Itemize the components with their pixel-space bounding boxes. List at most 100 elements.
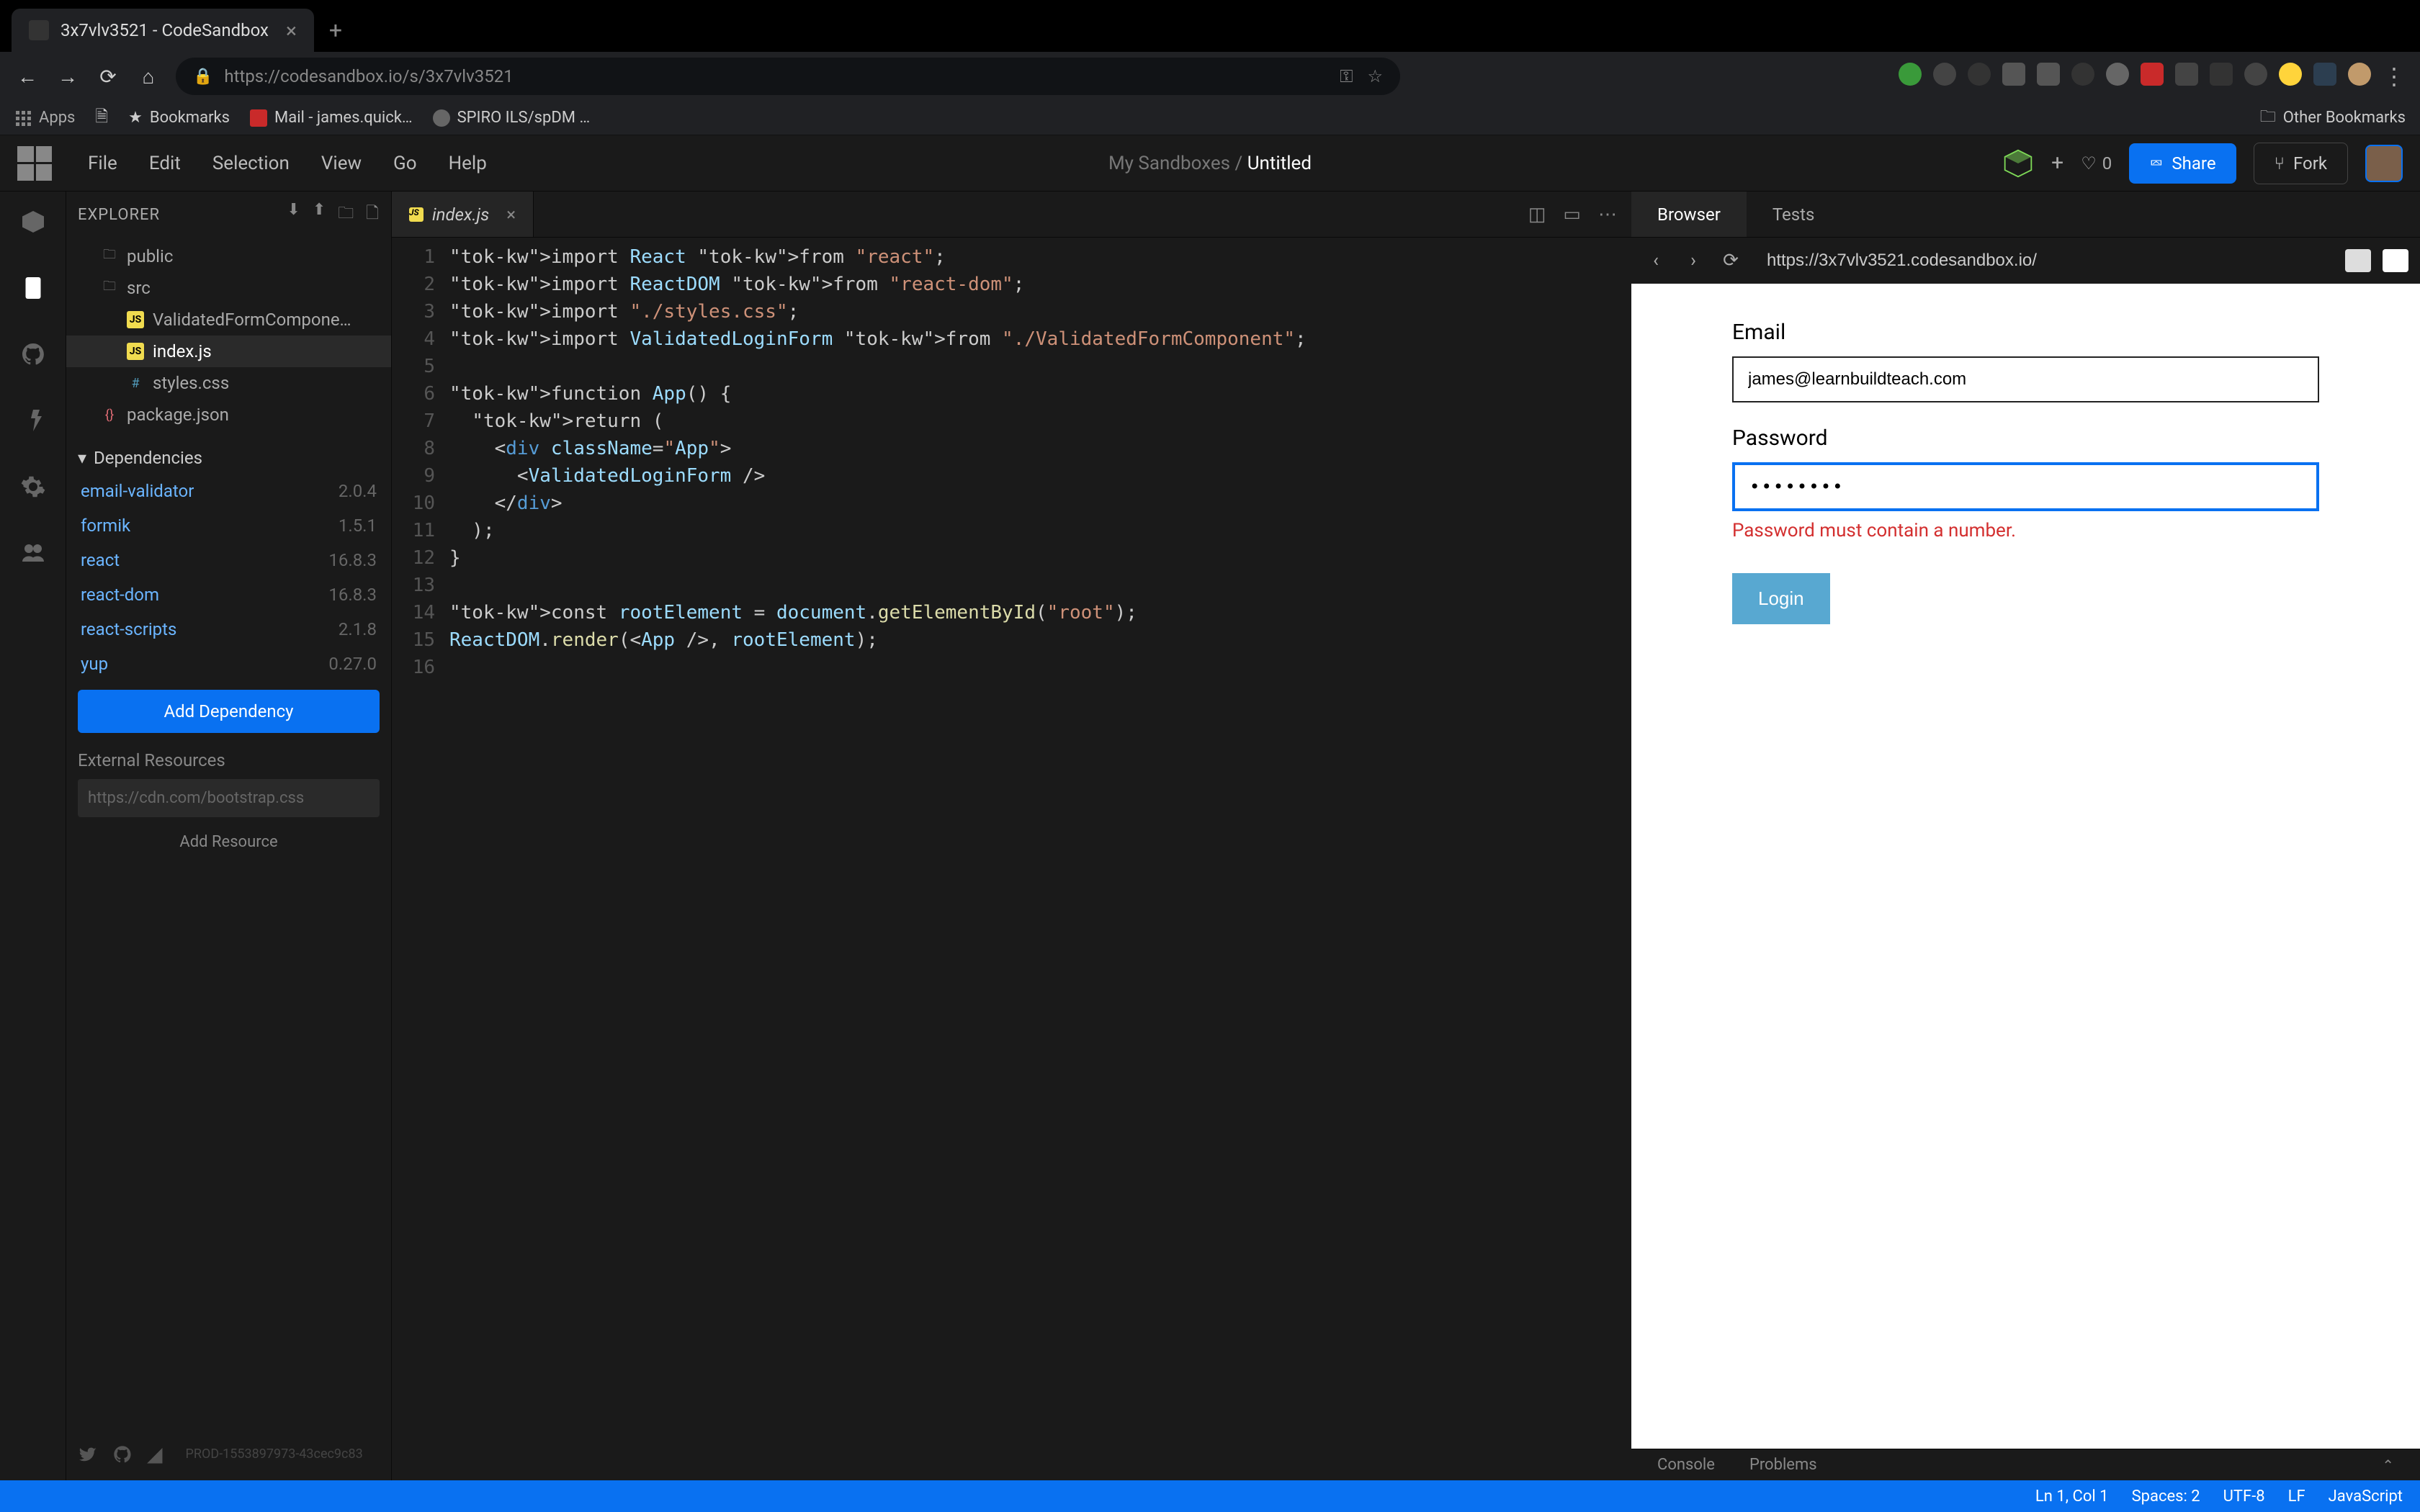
github-icon[interactable] [112, 1444, 133, 1464]
dependency-item[interactable]: react-scripts2.1.8 [78, 612, 380, 647]
bookmark-item[interactable]: Mail - james.quick… [250, 109, 413, 127]
extension-icon[interactable] [1933, 63, 1956, 86]
extension-icon[interactable] [2037, 63, 2060, 86]
tab-browser[interactable]: Browser [1631, 192, 1747, 237]
new-folder-icon[interactable]: 🗀 [338, 201, 354, 228]
menu-file[interactable]: File [75, 145, 130, 181]
share-button[interactable]: ⮹ Share [2129, 143, 2236, 184]
extension-icon[interactable] [1899, 63, 1922, 86]
cursor-position[interactable]: Ln 1, Col 1 [2035, 1488, 2109, 1506]
split-editor-icon[interactable]: ◫ [1528, 204, 1546, 225]
tab-console[interactable]: Console [1657, 1456, 1715, 1474]
dependency-item[interactable]: email-validator2.0.4 [78, 474, 380, 508]
indent-setting[interactable]: Spaces: 2 [2132, 1488, 2200, 1506]
menu-help[interactable]: Help [436, 145, 500, 181]
breadcrumb[interactable]: My Sandboxes / Untitled [1108, 153, 1312, 174]
preview-url-input[interactable] [1755, 243, 2334, 278]
editor-tab-index[interactable]: JS index.js × [392, 192, 534, 237]
extension-icon[interactable] [2141, 63, 2164, 86]
file-validated-form[interactable]: JS ValidatedFormCompone… [66, 304, 391, 336]
chrome-menu-icon[interactable]: ⋮ [2383, 63, 2406, 90]
preview-forward-icon[interactable]: › [1680, 250, 1706, 271]
address-bar[interactable]: 🔒 https://codesandbox.io/s/3x7vlv3521 ⚿ … [176, 58, 1400, 95]
dependency-item[interactable]: yup0.27.0 [78, 647, 380, 681]
extension-icon[interactable] [2313, 63, 2336, 86]
browser-tab[interactable]: 3x7vlv3521 - CodeSandbox × [12, 9, 314, 52]
menu-edit[interactable]: Edit [136, 145, 194, 181]
extension-icon[interactable] [2002, 63, 2025, 86]
activity-sandbox-icon[interactable] [17, 206, 49, 238]
profile-avatar-icon[interactable] [2348, 63, 2371, 86]
encoding[interactable]: UTF-8 [2223, 1488, 2265, 1506]
new-tab-button[interactable]: + [314, 9, 357, 52]
star-icon[interactable]: ☆ [1367, 66, 1383, 86]
activity-files-icon[interactable] [17, 272, 49, 304]
new-file-icon[interactable]: 🗋 [366, 201, 380, 228]
extension-icon[interactable] [2175, 63, 2198, 86]
upload-icon[interactable]: ⬆ [313, 201, 326, 228]
home-button[interactable]: ⌂ [135, 63, 161, 89]
file-package-json[interactable]: {} package.json [66, 399, 391, 431]
eol[interactable]: LF [2288, 1488, 2305, 1506]
dependencies-header[interactable]: ▾ Dependencies [78, 442, 380, 474]
tab-problems[interactable]: Problems [1749, 1456, 1817, 1474]
tab-tests[interactable]: Tests [1747, 192, 1841, 237]
dependency-item[interactable]: formik1.5.1 [78, 508, 380, 543]
bookmark-item[interactable]: ★ Bookmarks [128, 109, 230, 127]
codesandbox-logo-icon[interactable] [17, 146, 52, 181]
preview-reload-icon[interactable]: ⟳ [1718, 250, 1744, 271]
language-mode[interactable]: JavaScript [2329, 1488, 2403, 1506]
resource-input[interactable]: https://cdn.com/bootstrap.css [78, 779, 380, 817]
other-bookmarks-button[interactable]: 🗀 Other Bookmarks [2260, 104, 2406, 132]
activity-deploy-icon[interactable] [17, 405, 49, 436]
menu-view[interactable]: View [308, 145, 375, 181]
activity-settings-icon[interactable] [17, 471, 49, 503]
menu-go[interactable]: Go [380, 145, 430, 181]
download-icon[interactable]: ⬇ [287, 201, 300, 228]
expand-panel-icon[interactable]: ⌃ [2382, 1457, 2394, 1474]
close-tab-icon[interactable]: × [286, 19, 297, 42]
new-sandbox-button[interactable]: + [2051, 150, 2063, 176]
fork-button[interactable]: ⑂ Fork [2254, 143, 2348, 184]
extension-icon[interactable] [2210, 63, 2233, 86]
app-menubar: File Edit Selection View Go Help My Sand… [0, 135, 2420, 192]
extension-icon[interactable] [1968, 63, 1991, 86]
bookmark-item[interactable]: SPIRO ILS/spDM … [433, 109, 591, 127]
more-icon[interactable]: ⋯ [1598, 204, 1617, 225]
dependency-item[interactable]: react-dom16.8.3 [78, 577, 380, 612]
twitter-icon[interactable] [78, 1444, 98, 1464]
login-button[interactable]: Login [1732, 573, 1830, 624]
sandbox-cube-icon[interactable] [2002, 148, 2034, 179]
code-editor[interactable]: 12345678910111213141516 "tok-kw">import … [392, 238, 1631, 1480]
user-avatar[interactable] [2365, 145, 2403, 182]
add-resource-button[interactable]: Add Resource [78, 823, 380, 861]
preview-new-window-icon[interactable] [2345, 249, 2371, 272]
extension-icon[interactable] [2071, 63, 2094, 86]
extension-icon[interactable] [2106, 63, 2129, 86]
activity-live-icon[interactable] [17, 537, 49, 569]
email-input[interactable] [1732, 356, 2319, 402]
password-input[interactable] [1732, 462, 2319, 511]
file-styles-css[interactable]: # styles.css [66, 367, 391, 399]
bookmark-item[interactable]: 🗎 [95, 104, 108, 132]
likes-counter[interactable]: ♡ 0 [2081, 153, 2112, 174]
extension-icon[interactable] [2279, 63, 2302, 86]
key-icon[interactable]: ⚿ [1340, 66, 1353, 86]
folder-public[interactable]: 🗀 public [66, 240, 391, 272]
back-button[interactable]: ← [14, 63, 40, 89]
activity-github-icon[interactable] [17, 338, 49, 370]
apps-button[interactable]: Apps [14, 109, 75, 127]
preview-back-icon[interactable]: ‹ [1643, 250, 1669, 271]
add-dependency-button[interactable]: Add Dependency [78, 690, 380, 733]
file-index-js[interactable]: JS index.js [66, 336, 391, 367]
preview-fullscreen-icon[interactable] [2383, 249, 2408, 272]
spectrum-icon[interactable]: ◢ [147, 1442, 163, 1466]
folder-src[interactable]: 🗀 src [66, 272, 391, 304]
reload-button[interactable]: ⟳ [95, 63, 121, 89]
close-tab-icon[interactable]: × [506, 204, 516, 225]
forward-button[interactable]: → [55, 63, 81, 89]
dependency-item[interactable]: react16.8.3 [78, 543, 380, 577]
layout-icon[interactable]: ▭ [1563, 204, 1581, 225]
menu-selection[interactable]: Selection [200, 145, 302, 181]
extension-icon[interactable] [2244, 63, 2267, 86]
